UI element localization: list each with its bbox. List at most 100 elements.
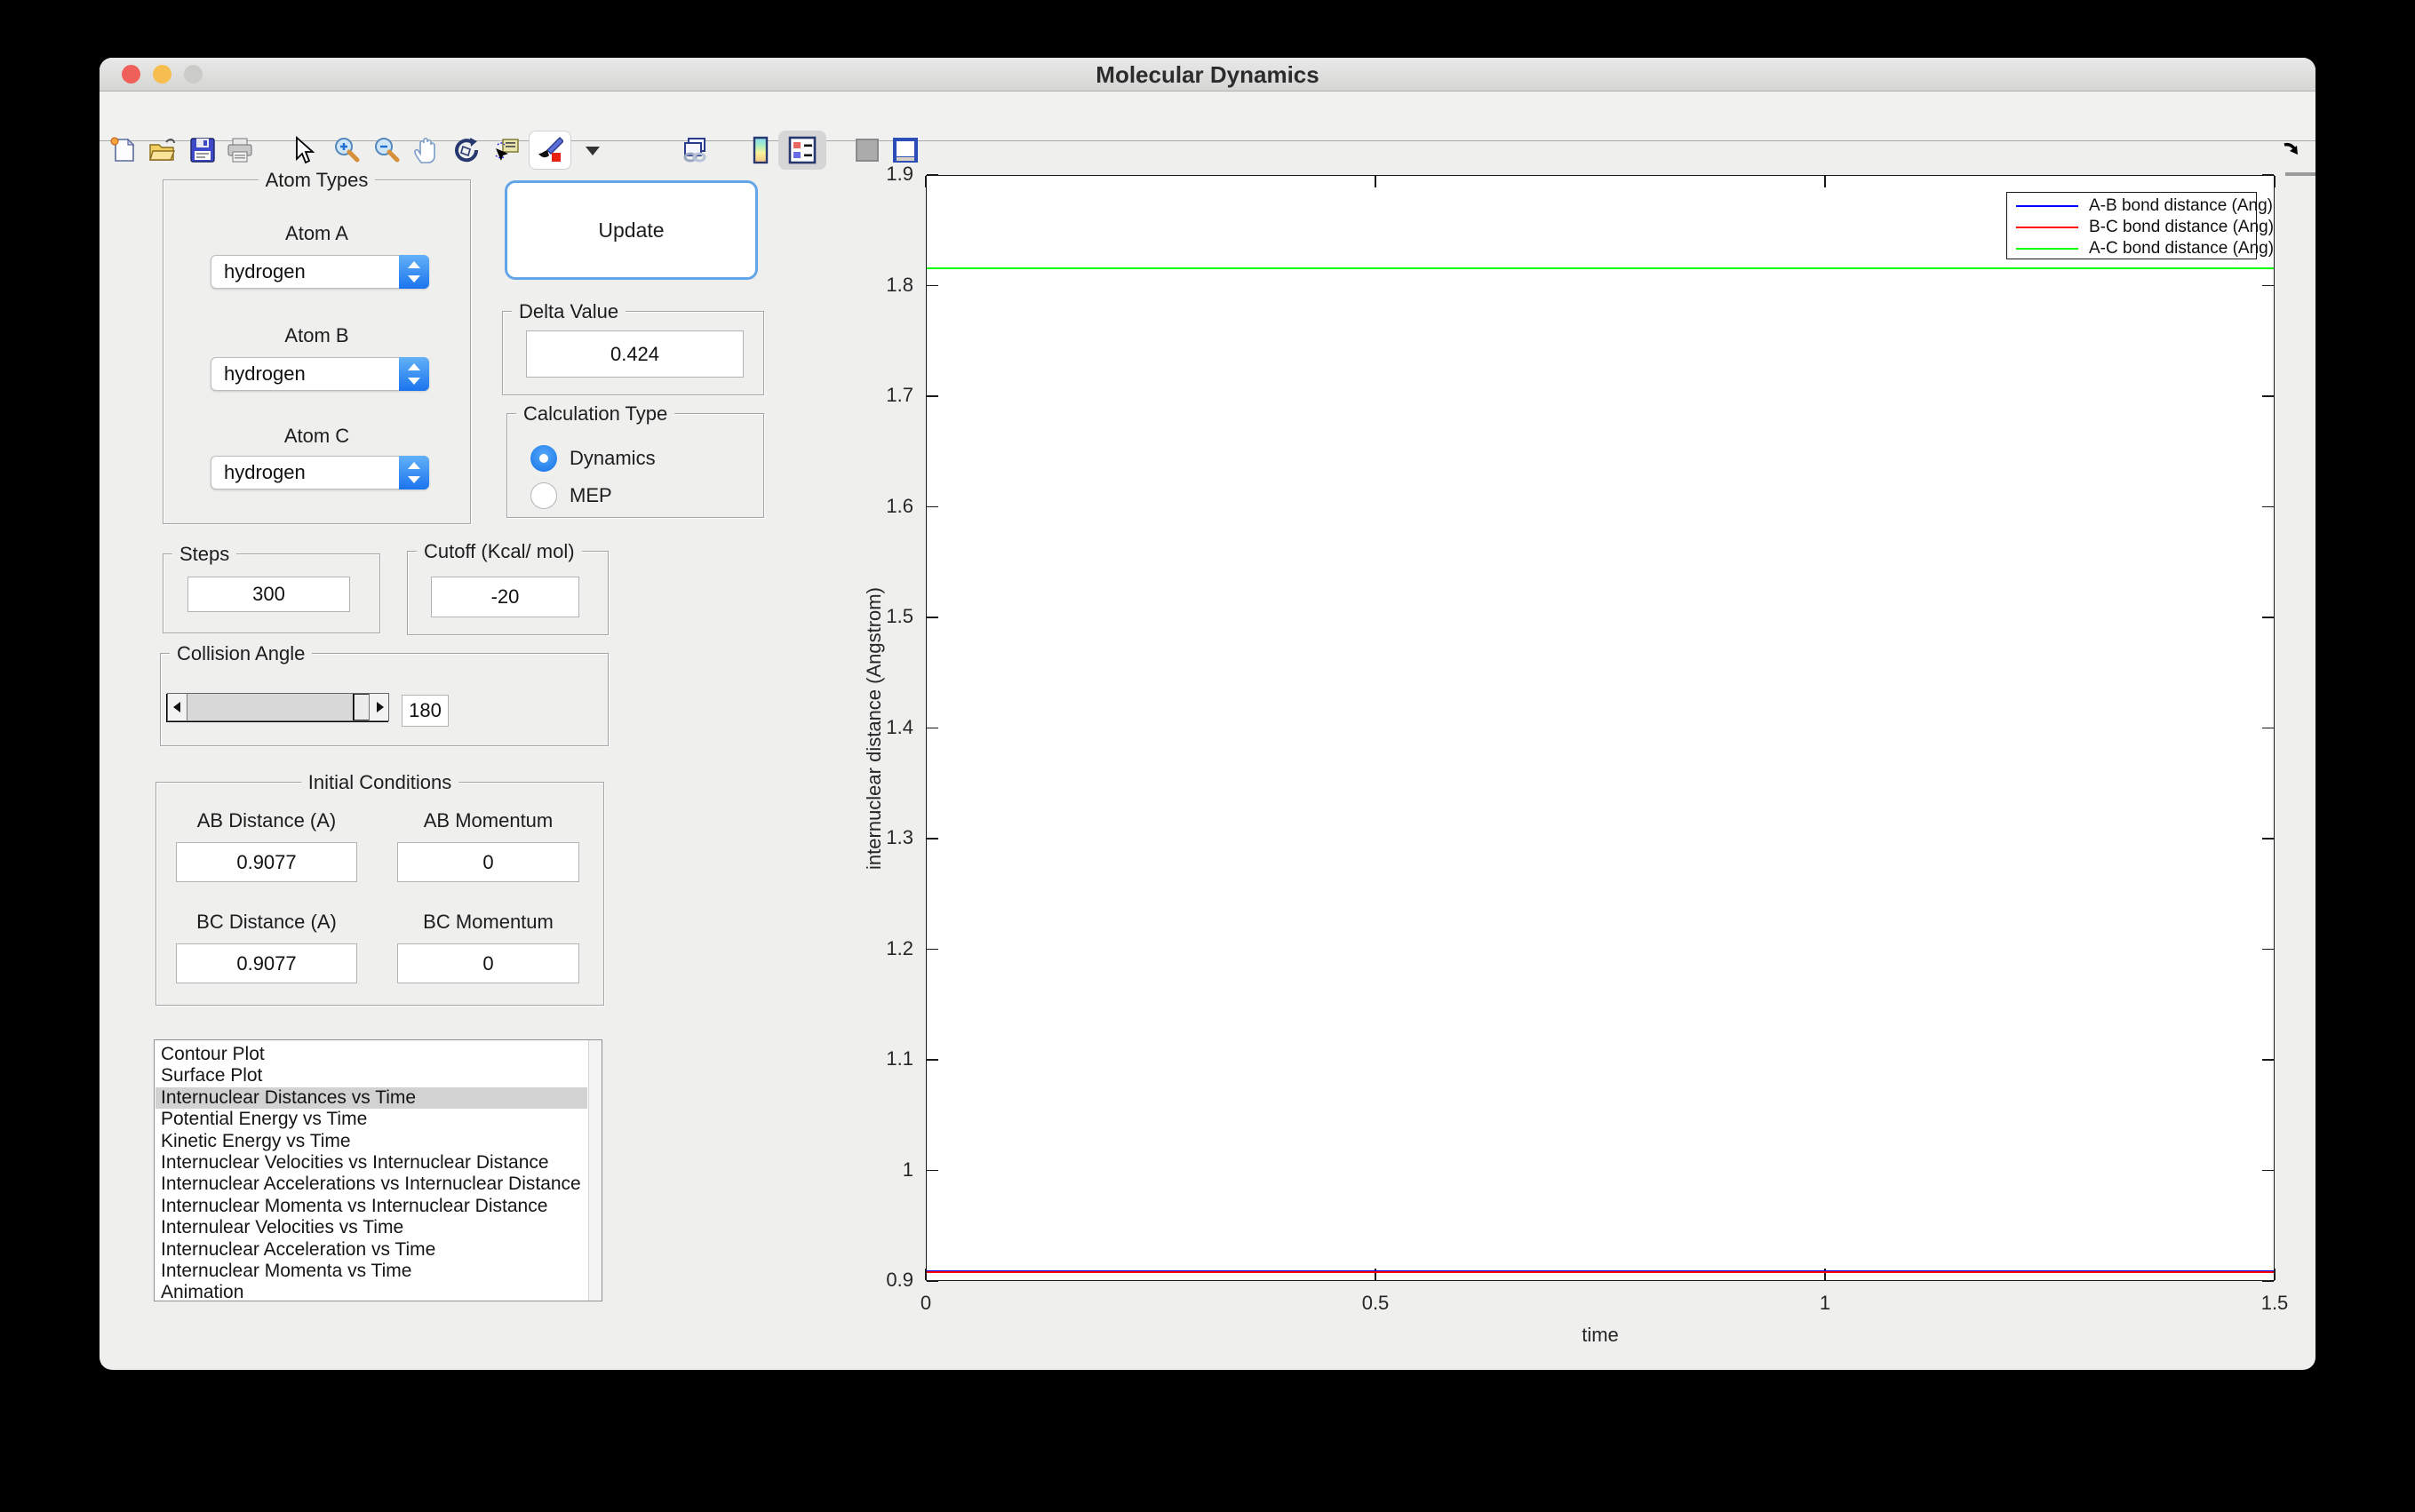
legend-label: B-C bond distance (Ang) (2089, 217, 2274, 238)
update-button[interactable]: Update (505, 180, 758, 280)
save-icon[interactable] (188, 136, 217, 164)
insert-colorbar-icon[interactable] (746, 136, 775, 164)
figure-toolbar (100, 92, 2315, 141)
title-bar: Molecular Dynamics (100, 58, 2315, 92)
list-item[interactable]: Internulear Velocities vs Time (155, 1217, 587, 1238)
plot-axes[interactable] (926, 175, 2275, 1281)
atom-a-popup[interactable]: hydrogen (211, 255, 429, 289)
y-tick-label: 1.1 (809, 1047, 913, 1070)
bc-distance-field[interactable]: 0.9077 (176, 943, 357, 983)
pointer-icon[interactable] (288, 136, 316, 164)
calculation-type-legend: Calculation Type (516, 402, 674, 426)
show-plot-tools-icon[interactable] (891, 136, 920, 164)
y-tick-right (2262, 1170, 2274, 1172)
insert-legend-icon[interactable] (788, 136, 817, 164)
x-tick-top (2274, 176, 2276, 187)
plot-type-listbox[interactable]: Contour PlotSurface PlotInternuclear Dis… (154, 1039, 602, 1301)
ab-momentum-field[interactable]: 0 (397, 842, 579, 882)
bc-momentum-field[interactable]: 0 (397, 943, 579, 983)
zoom-in-icon[interactable] (332, 136, 361, 164)
plot-legend[interactable]: A-B bond distance (Ang)B-C bond distance… (2006, 192, 2257, 259)
y-tick-label: 1.6 (809, 495, 913, 518)
atom-a-value: hydrogen (224, 256, 306, 288)
y-tick (927, 506, 938, 508)
rotate-3d-icon[interactable] (452, 136, 481, 164)
y-tick-right (2262, 285, 2274, 287)
x-tick (2274, 1269, 2276, 1280)
atom-b-popup[interactable]: hydrogen (211, 357, 429, 391)
atom-c-popup[interactable]: hydrogen (211, 456, 429, 489)
radio-button-icon (530, 445, 557, 472)
atom-b-label: Atom B (163, 324, 471, 347)
y-tick-label: 1.2 (809, 937, 913, 960)
y-tick (927, 949, 938, 951)
print-icon[interactable] (226, 136, 254, 164)
y-tick (927, 838, 938, 840)
new-figure-icon[interactable] (109, 136, 138, 164)
y-tick-label: 1.7 (809, 384, 913, 407)
atom-types-legend: Atom Types (259, 169, 376, 192)
steps-field[interactable]: 300 (187, 577, 350, 612)
open-file-icon[interactable] (148, 136, 177, 164)
zoom-out-icon[interactable] (372, 136, 401, 164)
collision-angle-slider[interactable] (167, 693, 389, 721)
list-item[interactable]: Internuclear Acceleration vs Time (155, 1239, 587, 1261)
y-tick (927, 285, 938, 287)
collision-angle-field[interactable]: 180 (402, 695, 449, 727)
y-tick (927, 728, 938, 729)
x-tick-top (925, 176, 927, 187)
link-plots-icon[interactable] (681, 136, 710, 164)
y-tick-label: 1.3 (809, 826, 913, 849)
brush-dropdown-caret[interactable] (586, 147, 600, 155)
slider-right-arrow[interactable] (369, 694, 388, 720)
legend-line-sample (2016, 248, 2078, 250)
list-item[interactable]: Internuclear Distances vs Time (155, 1087, 587, 1109)
dock-figure-arrow-icon[interactable] (2282, 139, 2303, 161)
legend-line-sample (2016, 205, 2078, 207)
y-tick (927, 617, 938, 618)
y-axis-label: internuclear distance (Angstrom) (863, 497, 888, 959)
y-tick-right (2262, 838, 2274, 840)
legend-line-sample (2016, 227, 2078, 228)
x-tick-top (1824, 176, 1826, 187)
list-item[interactable]: Animation (155, 1282, 587, 1301)
radio-dynamics[interactable]: Dynamics (530, 444, 656, 473)
list-item[interactable]: Internuclear Momenta vs Time (155, 1261, 587, 1282)
slider-left-arrow[interactable] (168, 694, 187, 720)
list-item[interactable]: Contour Plot (155, 1044, 587, 1065)
delta-value-field[interactable]: 0.424 (526, 330, 744, 378)
list-item[interactable]: Surface Plot (155, 1065, 587, 1086)
y-tick-label: 1.9 (809, 163, 913, 186)
series-line-2 (927, 1271, 2274, 1273)
hide-plot-tools-icon[interactable] (853, 136, 881, 164)
toolbar-edge-nub (2285, 172, 2315, 176)
list-item[interactable]: Internuclear Velocities vs Internuclear … (155, 1152, 587, 1174)
popup-stepper-icon (399, 456, 429, 489)
steps-legend: Steps (172, 543, 236, 566)
x-tick-top (1375, 176, 1376, 187)
list-item[interactable]: Kinetic Energy vs Time (155, 1131, 587, 1152)
data-cursor-icon[interactable] (492, 136, 521, 164)
y-tick-label: 1.8 (809, 274, 913, 297)
popup-stepper-icon (399, 255, 429, 289)
listbox-scrollbar[interactable] (588, 1040, 602, 1301)
y-tick-right (2262, 395, 2274, 397)
ab-distance-field[interactable]: 0.9077 (176, 842, 357, 882)
radio-mep[interactable]: MEP (530, 481, 612, 510)
atom-c-label: Atom C (163, 425, 471, 448)
list-item[interactable]: Internuclear Accelerations vs Internucle… (155, 1174, 587, 1195)
list-item[interactable]: Potential Energy vs Time (155, 1109, 587, 1130)
brush-data-icon[interactable] (535, 136, 563, 164)
list-item[interactable]: Internuclear Momenta vs Internuclear Dis… (155, 1196, 587, 1217)
radio-mep-label: MEP (570, 484, 612, 507)
atom-a-label: Atom A (163, 222, 471, 245)
y-tick-right (2262, 1059, 2274, 1061)
cutoff-field[interactable]: -20 (431, 577, 579, 617)
y-tick-right (2262, 949, 2274, 951)
window-title: Molecular Dynamics (100, 58, 2315, 92)
popup-stepper-icon (399, 357, 429, 391)
y-tick-right (2262, 506, 2274, 508)
x-tick-label: 1 (1789, 1292, 1861, 1315)
pan-icon[interactable] (412, 136, 441, 164)
x-tick-label: 1.5 (2239, 1292, 2310, 1315)
